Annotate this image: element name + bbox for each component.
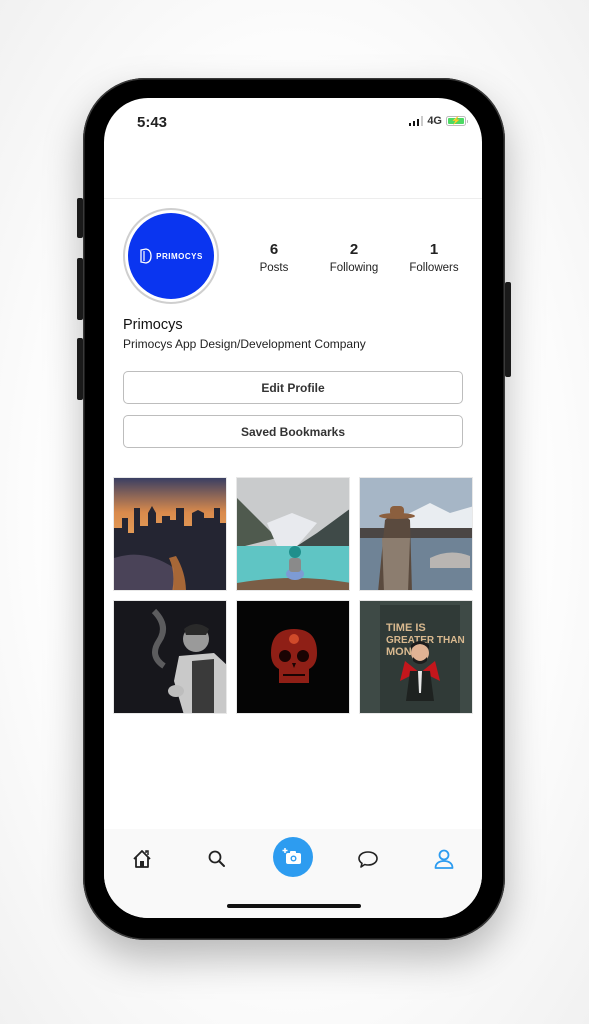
volume-up-button [77, 258, 83, 320]
post-thumbnail[interactable] [113, 477, 227, 591]
volume-down-button [77, 338, 83, 400]
tab-profile[interactable] [424, 841, 464, 877]
chat-icon [358, 851, 378, 868]
stat-value: 1 [429, 241, 439, 258]
add-photo-icon [282, 848, 301, 864]
power-button [505, 282, 511, 377]
stat-label: Following [329, 262, 379, 274]
home-indicator[interactable] [227, 904, 361, 908]
stat-label: Posts [259, 262, 289, 274]
header-divider [104, 198, 482, 199]
stat-value: 6 [269, 241, 279, 258]
home-icon [133, 850, 151, 868]
posts-grid: TIME IS GREATER THAN MONEY. [113, 477, 473, 714]
add-post-button[interactable] [273, 837, 313, 877]
stat-label: Followers [409, 262, 459, 274]
status-bar: 5:43 4G ⚡ [104, 98, 482, 148]
post-thumbnail[interactable] [113, 600, 227, 714]
tab-home[interactable] [122, 841, 162, 877]
money-poster-image: TIME IS GREATER THAN MONEY. [360, 601, 472, 713]
battery-icon: ⚡ [446, 116, 468, 126]
avatar-logo-text: PRIMOCYS [156, 251, 203, 261]
post-thumbnail[interactable] [236, 600, 350, 714]
stat-posts[interactable]: 6 Posts [234, 241, 314, 274]
mountain-lake-image [237, 478, 349, 590]
stat-value: 2 [349, 241, 359, 258]
edit-profile-button[interactable]: Edit Profile [123, 371, 463, 404]
profile-stats: 6 Posts 2 Following 1 Followers [234, 241, 474, 274]
status-time: 5:43 [137, 114, 168, 131]
svg-text:TIME IS: TIME IS [386, 622, 426, 634]
signal-icon [408, 116, 424, 126]
tab-messages[interactable] [348, 841, 388, 877]
stat-followers[interactable]: 1 Followers [394, 241, 474, 274]
sugar-skull-image [237, 601, 349, 713]
woman-lake-image [360, 478, 472, 590]
profile-bio: Primocys App Design/Development Company [123, 337, 366, 351]
saved-bookmarks-button[interactable]: Saved Bookmarks [123, 415, 463, 448]
man-smoking-image [114, 601, 226, 713]
avatar[interactable]: PRIMOCYS [123, 208, 219, 304]
stat-following[interactable]: 2 Following [314, 241, 394, 274]
mute-switch [77, 198, 83, 238]
network-type: 4G [427, 115, 442, 127]
primocys-logo-icon [140, 248, 152, 264]
post-thumbnail[interactable] [236, 477, 350, 591]
post-thumbnail[interactable]: TIME IS GREATER THAN MONEY. [359, 600, 473, 714]
app-screen: 5:43 4G ⚡ PRIMOCYS 6 Posts 2 Following 1… [104, 98, 482, 918]
search-icon [208, 850, 225, 867]
post-thumbnail[interactable] [359, 477, 473, 591]
profile-icon [434, 849, 454, 869]
city-skyline-image [114, 478, 226, 590]
profile-name: Primocys [123, 317, 183, 333]
tab-search[interactable] [197, 841, 237, 877]
